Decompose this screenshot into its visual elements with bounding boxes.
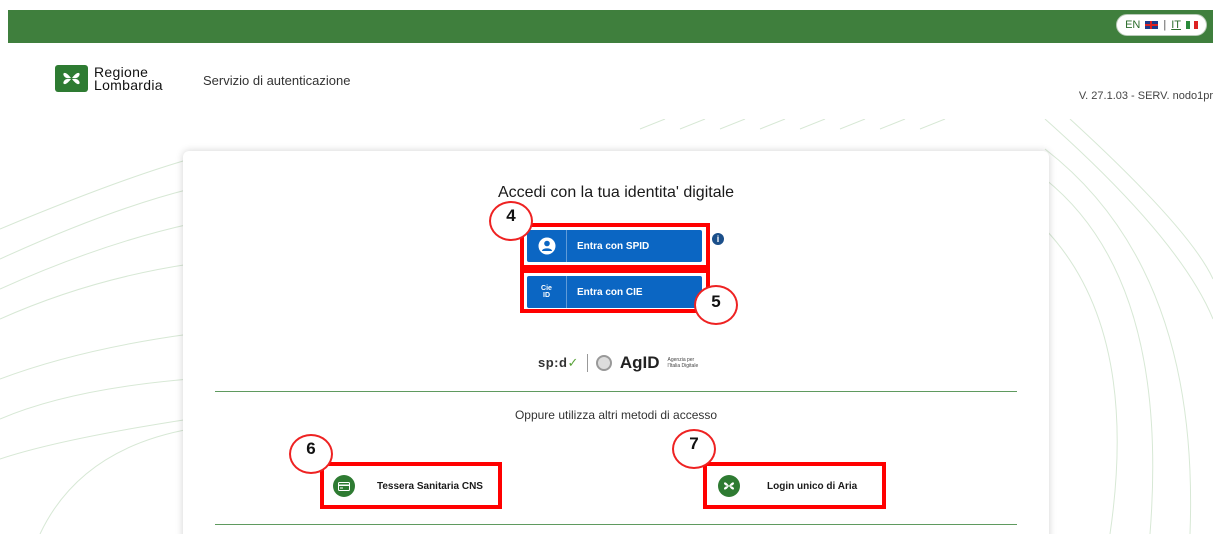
page-header: Regione Lombardia Servizio di autenticaz… <box>0 43 1213 119</box>
section-divider <box>215 391 1017 392</box>
cie-login-button[interactable]: Cie ID Entra con CIE <box>527 276 702 308</box>
version-label: V. 27.1.03 - SERV. nodo1pr <box>1078 90 1213 102</box>
cns-login-button[interactable]: Tessera Sanitaria CNS <box>333 470 483 502</box>
agid-subtitle: Agenzia per l'Italia Digitale <box>667 357 699 369</box>
top-bar: EN | IT <box>8 10 1213 43</box>
agid-logo: AgID <box>619 353 660 372</box>
cie-button-label: Entra con CIE <box>577 286 643 298</box>
cns-button-label: Tessera Sanitaria CNS <box>377 480 483 492</box>
italy-emblem-icon <box>595 355 612 371</box>
lombardia-rose-icon <box>718 475 740 497</box>
annotation-badge-4: 4 <box>489 201 533 241</box>
section-divider-bottom <box>215 524 1017 525</box>
card-title: Accedi con la tua identita' digitale <box>497 184 735 201</box>
aria-button-label: Login unico di Aria <box>767 480 858 492</box>
spid-logo: sp:d✓ <box>538 355 579 370</box>
language-switcher: EN | IT <box>1116 14 1207 36</box>
annotation-badge-6: 6 <box>289 434 333 474</box>
partner-logos: sp:d✓ AgID Agenzia per l'Italia Digitale <box>538 353 708 373</box>
alternative-methods-title: Oppure utilizza altri metodi di accesso <box>514 408 718 422</box>
regione-lombardia-logo[interactable]: Regione Lombardia <box>55 65 163 92</box>
spid-user-icon <box>527 230 567 262</box>
spid-logo-text: sp:d <box>538 355 568 370</box>
service-title: Servizio di autenticazione <box>203 73 351 88</box>
lombardia-rose-icon <box>55 65 88 92</box>
cie-icon-text: Cie ID <box>541 285 552 299</box>
flag-it-icon <box>1186 21 1198 29</box>
lang-separator: | <box>1163 19 1167 31</box>
aria-login-button[interactable]: Login unico di Aria <box>718 470 857 502</box>
flag-uk-icon <box>1145 21 1159 29</box>
login-card: Accedi con la tua identita' digitale Ent… <box>183 151 1049 534</box>
logo-divider <box>586 354 588 372</box>
spid-login-button[interactable]: Entra con SPID <box>527 230 702 262</box>
card-icon <box>333 475 355 497</box>
annotation-badge-7: 7 <box>672 429 716 469</box>
annotation-badge-5: 5 <box>694 285 738 325</box>
cie-id-icon: Cie ID <box>527 276 567 308</box>
lang-en-link[interactable]: EN <box>1125 19 1140 31</box>
spid-button-label: Entra con SPID <box>577 240 650 252</box>
info-icon[interactable]: i <box>712 233 724 245</box>
lang-it-link[interactable]: IT <box>1171 19 1181 31</box>
logo-line-2: Lombardia <box>94 76 163 93</box>
